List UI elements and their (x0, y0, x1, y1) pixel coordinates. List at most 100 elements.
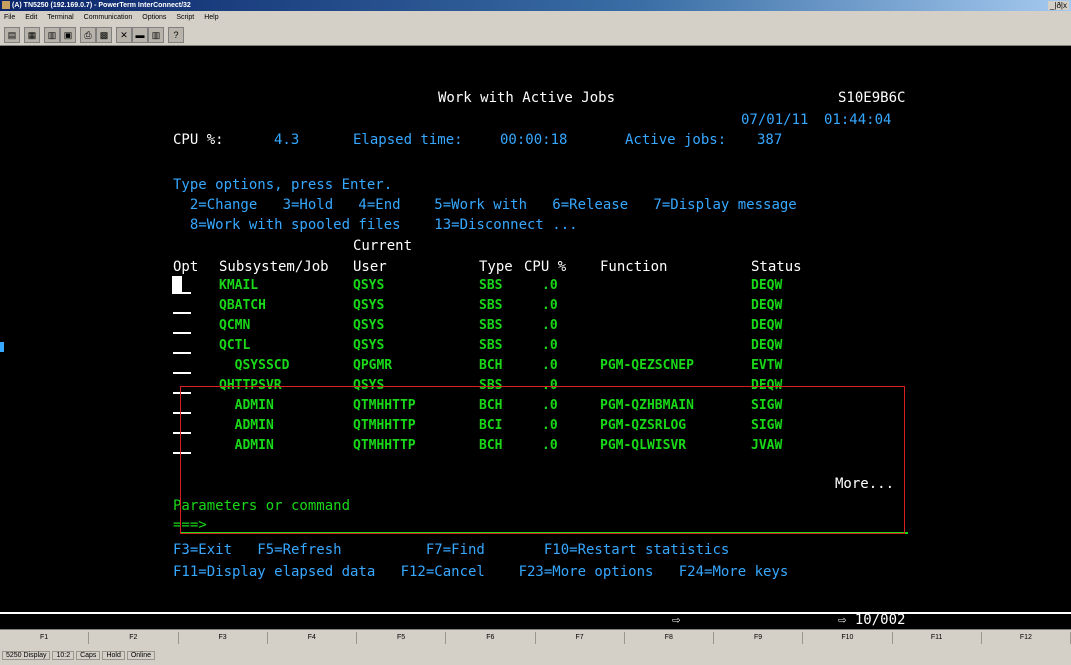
status-online: Online (126, 651, 156, 660)
active-jobs-label: Active jobs: (625, 132, 727, 148)
header-job: Subsystem/Job (219, 259, 329, 275)
cell-type: SBS (479, 318, 503, 333)
cell-status: DEQW (751, 278, 783, 293)
cell-job: QCMN (219, 318, 251, 333)
header-user: User (353, 259, 387, 275)
cell-cpu: .0 (542, 298, 558, 313)
cell-job: QCTL (219, 338, 251, 353)
app-icon (2, 1, 10, 9)
fkey-f5[interactable]: F5 (357, 632, 447, 644)
cell-status: DEQW (751, 338, 783, 353)
screen-title: Work with Active Jobs (438, 90, 616, 106)
option-input[interactable] (173, 312, 191, 314)
cell-status: EVTW (751, 358, 783, 373)
status-mode: 5250 Display (2, 651, 51, 660)
fkey-f8[interactable]: F8 (625, 632, 714, 644)
cell-cpu: .0 (542, 278, 558, 293)
instructions: Type options, press Enter. (173, 177, 393, 193)
fkey-f2[interactable]: F2 (89, 632, 179, 644)
menu-terminal[interactable]: Terminal (47, 14, 73, 21)
menu-edit[interactable]: Edit (25, 14, 37, 21)
cell-cpu: .0 (542, 358, 558, 373)
fkey-f9[interactable]: F9 (714, 632, 804, 644)
header-current: Current (353, 238, 413, 254)
macro-icon[interactable]: ▥ (148, 27, 164, 43)
menu-communication[interactable]: Communication (84, 14, 133, 21)
cell-user: QSYS (353, 338, 385, 353)
keyboard-icon[interactable]: ✕ (116, 27, 132, 43)
printer-icon[interactable]: ⎙ (80, 27, 96, 43)
fkey-f1[interactable]: F1 (0, 632, 90, 644)
cell-user: QSYS (353, 298, 385, 313)
cell-type: SBS (479, 298, 503, 313)
help-icon[interactable]: ? (168, 27, 184, 43)
status-caps: Caps (76, 651, 101, 660)
header-type: Type (479, 259, 513, 275)
toolbar: ▤ ▦ ▥ ▣ ⎙ ▩ ✕ ▬ ▥ ? (0, 24, 1071, 46)
menu-options[interactable]: Options (142, 14, 166, 21)
fkeys-line-1: F3=Exit F5=Refresh F7=Find F10=Restart s… (173, 542, 730, 558)
header-cpu: CPU % (524, 259, 567, 275)
window-controls[interactable]: _|ð|x (1047, 1, 1069, 10)
cell-func: PGM-QEZSCNEP (600, 358, 694, 373)
paste-icon[interactable]: ▥ (44, 27, 60, 43)
elapsed-label: Elapsed time: (353, 132, 463, 148)
cell-user: QSYS (353, 318, 385, 333)
scroll-marker (0, 342, 4, 352)
menu-file[interactable]: File (4, 14, 15, 21)
active-jobs-value: 387 (757, 132, 783, 148)
cell-type: BCH (479, 358, 503, 373)
status-arrow-icon: ⇨ (672, 612, 681, 628)
cell-status: DEQW (751, 298, 783, 313)
options-line-2: 8=Work with spooled files 13=Disconnect … (173, 217, 578, 233)
header-function: Function (600, 259, 668, 275)
option-input[interactable] (173, 332, 191, 334)
screen-time: 01:44:04 (824, 112, 892, 128)
option-input[interactable] (173, 292, 191, 294)
cell-user: QSYS (353, 278, 385, 293)
system-name: S10E9B6C (838, 90, 906, 106)
cell-cpu: .0 (542, 318, 558, 333)
cpu-label: CPU %: (173, 132, 224, 148)
option-input[interactable] (173, 352, 191, 354)
cell-cpu: .0 (542, 338, 558, 353)
screen-date: 07/01/11 (741, 112, 809, 128)
function-key-bar: F1 F2 F3 F4 F5 F6 F7 F8 F9 F10 F11 F12 (0, 629, 1071, 648)
status-hold: Hold (102, 651, 125, 660)
header-opt: Opt (173, 259, 199, 275)
keypad-icon[interactable]: ▬ (132, 27, 148, 43)
window-title: (A) TN5250 (192.169.0.7) - PowerTerm Int… (12, 2, 191, 9)
cell-status: DEQW (751, 318, 783, 333)
fkey-f3[interactable]: F3 (179, 632, 268, 644)
cell-type: SBS (479, 338, 503, 353)
fkey-f11[interactable]: F11 (893, 632, 982, 644)
option-input[interactable] (173, 372, 191, 374)
header-status: Status (751, 259, 802, 275)
cell-user: QPGMR (353, 358, 393, 373)
copy-icon[interactable]: ▦ (24, 27, 40, 43)
menu-help[interactable]: Help (204, 14, 218, 21)
status-pos: 10:2 (52, 651, 75, 660)
menu-script[interactable]: Script (176, 14, 194, 21)
selection-highlight (180, 386, 905, 534)
fkey-f10[interactable]: F10 (803, 632, 893, 644)
fkeys-line-2: F11=Display elapsed data F12=Cancel F23=… (173, 564, 789, 580)
options-line-1: 2=Change 3=Hold 4=End 5=Work with 6=Rele… (173, 197, 797, 213)
elapsed-value: 00:00:18 (500, 132, 568, 148)
cell-job: QBATCH (219, 298, 266, 313)
fkey-f12[interactable]: F12 (982, 632, 1071, 644)
clipboard-icon[interactable]: ▣ (60, 27, 76, 43)
fkey-f6[interactable]: F6 (446, 632, 536, 644)
title-bar[interactable]: (A) TN5250 (192.169.0.7) - PowerTerm Int… (0, 0, 1071, 11)
status-bar: 5250 Display 10:2 Caps Hold Online (0, 647, 1071, 665)
status-divider (0, 612, 1071, 614)
screen-icon[interactable]: ▩ (96, 27, 112, 43)
fkey-f7[interactable]: F7 (536, 632, 625, 644)
print-icon[interactable]: ▤ (4, 27, 20, 43)
cursor-position: ⇨ 10/002 (838, 612, 906, 628)
cell-job: KMAIL (219, 278, 259, 293)
menu-bar: File Edit Terminal Communication Options… (0, 11, 1071, 24)
cell-job: QSYSSCD (219, 358, 290, 373)
fkey-f4[interactable]: F4 (268, 632, 357, 644)
cpu-value: 4.3 (274, 132, 300, 148)
